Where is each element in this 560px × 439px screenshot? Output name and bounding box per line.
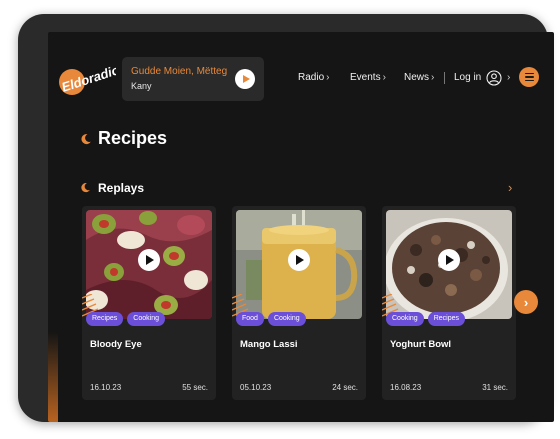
tablet-frame: Eldoradio Gudde Moien, Mëtteg Kany Radio… [18,14,554,422]
card-date: 16.08.23 [390,383,422,392]
card-duration: 31 sec. [482,383,508,392]
card-thumbnail[interactable] [236,210,362,319]
page-title: Recipes [98,128,168,148]
card-title[interactable]: Yoghurt Bowl [390,339,451,350]
carousel-next-button[interactable]: › [514,290,538,314]
chevron-right-icon[interactable]: › [508,180,512,195]
chevron-right-icon: › [507,72,511,83]
section-title: Replays [98,181,145,195]
nav-events-label: Events [350,72,381,83]
card-thumbnail[interactable] [386,210,512,319]
now-playing-host: Kany [131,81,152,91]
chevron-right-icon: › [382,72,386,83]
tag-badge[interactable]: Cooking [127,312,165,326]
chevron-right-icon: › [326,72,330,83]
card-title[interactable]: Mango Lassi [240,339,298,350]
play-icon[interactable] [138,249,160,271]
tag-list: Food Cooking [236,312,306,326]
tag-list: Recipes Cooking [86,312,165,326]
nav-events[interactable]: Events › [350,72,386,83]
nav-divider [444,72,445,84]
replay-card[interactable]: Food Cooking Mango Lassi 05.10.23 24 sec… [232,206,366,400]
moon-icon [81,134,91,145]
tag-badge[interactable]: Cooking [267,312,306,326]
login-link[interactable]: Log in [454,72,481,83]
user-icon[interactable] [486,70,502,86]
login-label: Log in [454,72,482,83]
nav-radio[interactable]: Radio › [298,72,329,83]
eldoradio-logo[interactable]: Eldoradio [58,60,121,100]
play-icon[interactable] [288,249,310,271]
nav-radio-label: Radio [298,72,325,83]
tag-list: Cooking Recipes [386,312,465,326]
play-icon[interactable] [438,249,460,271]
nav-news-label: News [404,72,430,83]
replay-card[interactable]: Cooking Recipes Yoghurt Bowl 16.08.23 31… [382,206,516,400]
nav-news[interactable]: News › [404,72,434,83]
card-title[interactable]: Bloody Eye [90,339,142,350]
card-duration: 55 sec. [182,383,208,392]
hamburger-menu-button[interactable] [519,67,539,87]
accent-strip [48,332,58,422]
now-playing-title: Gudde Moien, Mëtteg [131,66,228,77]
card-date: 16.10.23 [90,383,122,392]
now-playing-widget[interactable]: Gudde Moien, Mëtteg Kany [122,57,264,101]
tag-badge[interactable]: Recipes [427,312,465,326]
chevron-right-icon: › [523,294,529,310]
app-screen: Eldoradio Gudde Moien, Mëtteg Kany Radio… [48,32,554,422]
play-icon[interactable] [235,69,255,89]
tag-badge[interactable]: Cooking [386,312,424,326]
moon-icon [81,183,90,193]
tag-badge[interactable]: Recipes [86,312,124,326]
replay-card[interactable]: Recipes Cooking Bloody Eye 16.10.23 55 s… [82,206,216,400]
card-thumbnail[interactable] [86,210,212,319]
tag-badge[interactable]: Food [236,312,264,326]
logo-wordmark: Eldoradio [60,62,116,95]
card-date: 05.10.23 [240,383,272,392]
chevron-right-icon: › [431,72,435,83]
card-duration: 24 sec. [332,383,358,392]
